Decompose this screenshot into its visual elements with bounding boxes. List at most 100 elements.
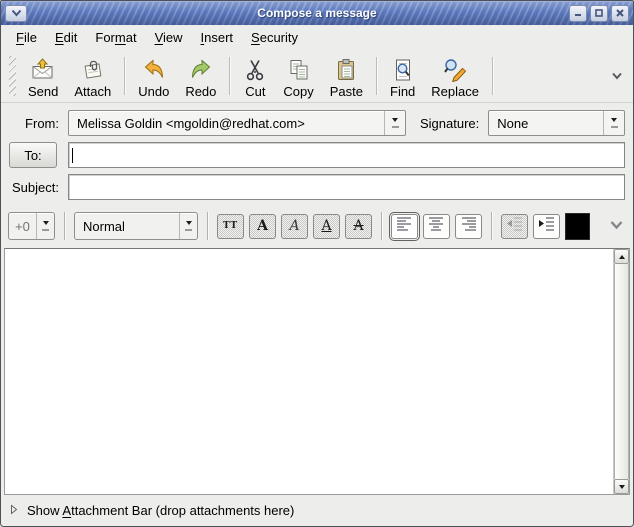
- typewriter-icon: TT: [223, 222, 238, 231]
- indent-icon: [538, 216, 555, 236]
- align-right-button[interactable]: [455, 214, 482, 239]
- to-input[interactable]: [68, 142, 625, 168]
- font-size-select[interactable]: +0: [8, 212, 55, 240]
- text-color-swatch[interactable]: [565, 213, 590, 240]
- format-separator: [64, 212, 65, 240]
- send-label: Send: [28, 84, 58, 99]
- signature-select[interactable]: None: [488, 110, 625, 136]
- close-button[interactable]: [611, 5, 629, 22]
- send-icon: [30, 57, 56, 84]
- paragraph-style-value: Normal: [75, 219, 179, 234]
- attach-label: Attach: [74, 84, 111, 99]
- menu-edit[interactable]: Edit: [46, 27, 86, 48]
- toolbar-overflow-chevron-icon[interactable]: [611, 67, 623, 85]
- scrollbar-thumb[interactable]: [614, 264, 629, 479]
- typewriter-toggle-button[interactable]: TT: [217, 214, 244, 239]
- chevron-down-icon: [11, 9, 22, 17]
- menu-insert[interactable]: Insert: [192, 27, 243, 48]
- toolbar-separator: [376, 57, 377, 95]
- attachment-bar-toggle[interactable]: Show Attachment Bar (drop attachments he…: [1, 495, 633, 526]
- window-menu-button[interactable]: [5, 5, 27, 22]
- signature-value: None: [489, 116, 603, 131]
- undo-button[interactable]: Undo: [130, 52, 177, 100]
- cut-label: Cut: [245, 84, 265, 99]
- minimize-button[interactable]: [569, 5, 587, 22]
- dropdown-arrow-icon: [179, 213, 197, 239]
- indent-button[interactable]: [533, 214, 560, 239]
- find-label: Find: [390, 84, 415, 99]
- dropdown-arrow-icon: [384, 111, 405, 135]
- arrow-down-icon: [619, 485, 625, 492]
- menu-file[interactable]: File: [7, 27, 46, 48]
- message-body-input[interactable]: [5, 249, 613, 494]
- attachment-bar-label: Show Attachment Bar (drop attachments he…: [27, 503, 294, 518]
- strikethrough-icon: A: [353, 219, 363, 233]
- compose-window: Compose a message File Edit Format: [0, 0, 634, 527]
- replace-icon: [442, 57, 468, 84]
- copy-button[interactable]: Copy: [275, 52, 321, 100]
- from-select[interactable]: Melissa Goldin <mgoldin@redhat.com>: [68, 110, 406, 136]
- paste-button[interactable]: Paste: [322, 52, 371, 100]
- menu-format[interactable]: Format: [86, 27, 145, 48]
- dropdown-arrow-icon: [603, 111, 624, 135]
- redo-button[interactable]: Redo: [177, 52, 224, 100]
- attach-button[interactable]: Attach: [66, 52, 119, 100]
- paste-icon: [334, 57, 358, 84]
- paste-label: Paste: [330, 84, 363, 99]
- subject-input[interactable]: [68, 174, 625, 200]
- find-icon: [391, 57, 415, 84]
- unindent-icon: [506, 216, 523, 236]
- toolbar-drag-handle[interactable]: [9, 56, 16, 96]
- format-separator: [381, 212, 382, 240]
- text-caret: [72, 148, 73, 163]
- menubar: File Edit Format View Insert Security: [1, 25, 633, 49]
- format-separator: [207, 212, 208, 240]
- message-headers: From: Melissa Goldin <mgoldin@redhat.com…: [1, 103, 633, 205]
- toolbar-separator: [229, 57, 230, 95]
- maximize-icon: [594, 8, 604, 18]
- undo-label: Undo: [138, 84, 169, 99]
- format-overflow-chevron-icon[interactable]: [609, 217, 624, 235]
- align-left-button[interactable]: [391, 214, 418, 239]
- menu-view[interactable]: View: [146, 27, 192, 48]
- unindent-button[interactable]: [501, 214, 528, 239]
- window-title: Compose a message: [1, 6, 633, 20]
- format-separator: [491, 212, 492, 240]
- signature-label: Signature:: [420, 116, 479, 131]
- copy-icon: [287, 57, 311, 84]
- attach-icon: [80, 57, 106, 84]
- message-body-area: [4, 248, 630, 495]
- underline-toggle-button[interactable]: A: [313, 214, 340, 239]
- replace-label: Replace: [431, 84, 479, 99]
- toolbar-separator: [492, 57, 493, 95]
- align-left-icon: [396, 216, 413, 236]
- undo-icon: [142, 57, 166, 84]
- from-value: Melissa Goldin <mgoldin@redhat.com>: [69, 116, 384, 131]
- align-right-icon: [460, 216, 477, 236]
- redo-label: Redo: [185, 84, 216, 99]
- format-toolbar: +0 Normal TT A A A A: [1, 205, 633, 247]
- subject-label: Subject:: [9, 180, 59, 195]
- send-button[interactable]: Send: [20, 52, 66, 100]
- find-button[interactable]: Find: [382, 52, 423, 100]
- minimize-icon: [573, 8, 583, 18]
- cut-button[interactable]: Cut: [235, 52, 275, 100]
- replace-button[interactable]: Replace: [423, 52, 487, 100]
- maximize-button[interactable]: [590, 5, 608, 22]
- scroll-down-button[interactable]: [614, 479, 629, 494]
- bold-toggle-button[interactable]: A: [249, 214, 276, 239]
- menu-security[interactable]: Security: [242, 27, 307, 48]
- italic-toggle-button[interactable]: A: [281, 214, 308, 239]
- toolbar-separator: [124, 57, 125, 95]
- strikethrough-toggle-button[interactable]: A: [345, 214, 372, 239]
- to-button[interactable]: To:: [9, 142, 57, 168]
- paragraph-style-select[interactable]: Normal: [74, 212, 198, 240]
- font-size-value: +0: [9, 219, 36, 234]
- titlebar[interactable]: Compose a message: [1, 1, 633, 25]
- main-toolbar: Send Attach U: [1, 49, 633, 103]
- bold-icon: A: [257, 219, 268, 233]
- align-center-button[interactable]: [423, 214, 450, 239]
- vertical-scrollbar[interactable]: [613, 249, 629, 494]
- scroll-up-button[interactable]: [614, 249, 629, 264]
- copy-label: Copy: [283, 84, 313, 99]
